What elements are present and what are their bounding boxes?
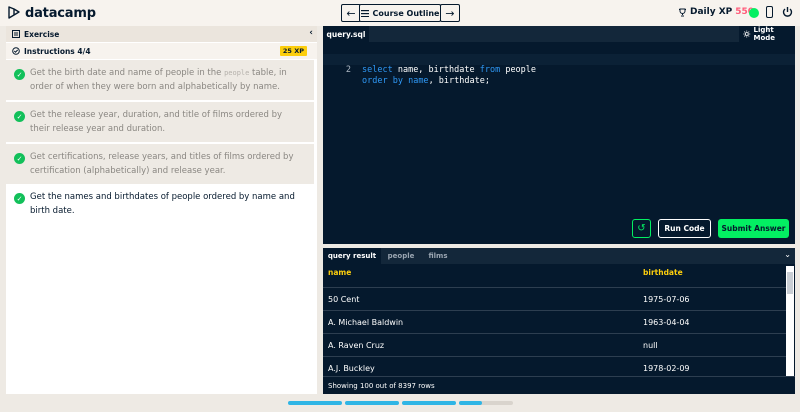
tab-query-sql[interactable]: query.sql bbox=[323, 26, 369, 42]
sql-keyword: from bbox=[479, 65, 501, 75]
chevron-down-icon[interactable]: ⌄ bbox=[784, 250, 791, 259]
arrow-left-icon: ← bbox=[346, 6, 356, 20]
cell-name: A. Raven Cruz bbox=[328, 341, 385, 350]
instruction-task-1[interactable]: ✓ Get the birth date and name of people … bbox=[6, 60, 314, 100]
arrow-right-icon: → bbox=[445, 6, 455, 20]
datacamp-logo-icon bbox=[8, 6, 20, 19]
submit-answer-button[interactable]: Submit Answer bbox=[718, 219, 789, 238]
previous-exercise-button[interactable]: ← bbox=[341, 4, 361, 22]
check-icon: ✓ bbox=[14, 69, 25, 80]
instruction-task-2[interactable]: ✓ Get the release year, duration, and ti… bbox=[6, 102, 314, 142]
trophy-icon bbox=[679, 8, 686, 16]
xp-badge: 25 XP bbox=[279, 46, 307, 56]
cell-name: A.J. Buckley bbox=[328, 364, 375, 373]
code-line-1: 1 select name, birthdate from people bbox=[323, 43, 795, 75]
sql-text: people bbox=[500, 65, 537, 75]
brand-name: datacamp bbox=[25, 5, 96, 21]
task-text: Get the birth date and name of people in… bbox=[30, 68, 225, 78]
instructions-header[interactable]: Instructions 4/4 25 XP bbox=[6, 43, 317, 59]
results-scrollbar[interactable] bbox=[786, 266, 794, 376]
table-row: A. Michael Baldwin 1963-04-04 bbox=[323, 310, 789, 333]
course-outline-button[interactable]: Course Outline bbox=[359, 4, 441, 22]
check-circle-icon bbox=[12, 47, 20, 55]
check-icon: ✓ bbox=[14, 193, 25, 204]
table-row: A. Raven Cruz null bbox=[323, 333, 789, 356]
instruction-task-3[interactable]: ✓ Get certifications, release years, and… bbox=[6, 144, 314, 184]
scrollbar-thumb[interactable] bbox=[787, 272, 793, 294]
mobile-icon[interactable] bbox=[766, 6, 773, 18]
task-text: Get the names and birthdates of people o… bbox=[30, 192, 295, 216]
document-icon bbox=[12, 30, 20, 38]
table-row: 50 Cent 1975-07-06 bbox=[323, 287, 789, 310]
cell-name: A. Michael Baldwin bbox=[328, 318, 404, 327]
progress-segment-1 bbox=[288, 401, 342, 405]
task-text: Get the release year, duration, and titl… bbox=[30, 110, 283, 134]
progress-segment-4-fill bbox=[459, 401, 482, 405]
cell-birthdate: 1975-07-06 bbox=[643, 295, 690, 304]
light-mode-label: Light Mode bbox=[753, 26, 776, 42]
collapse-panel-icon[interactable]: ‹ bbox=[309, 28, 313, 38]
sql-text: name, birthdate bbox=[392, 65, 480, 75]
results-tabs: query result people films ⌄ bbox=[323, 248, 795, 264]
row-count-footer: Showing 100 out of 8397 rows bbox=[323, 376, 795, 394]
daily-xp-label: Daily XP bbox=[690, 7, 733, 17]
sql-text: , birthdate; bbox=[428, 76, 490, 86]
course-outline-label: Course Outline bbox=[372, 8, 440, 18]
editor-tabs: query.sql Light Mode bbox=[323, 26, 795, 42]
cell-birthdate: 1963-04-04 bbox=[643, 318, 690, 327]
run-code-button[interactable]: Run Code bbox=[658, 219, 711, 238]
exercise-label: Exercise bbox=[24, 29, 60, 39]
sql-keyword: name bbox=[408, 76, 429, 86]
tab-query-result[interactable]: query result bbox=[323, 248, 381, 264]
progress-segment-3 bbox=[402, 401, 456, 405]
sql-keyword: order by bbox=[362, 76, 403, 86]
menu-icon bbox=[360, 9, 369, 17]
inline-code: people bbox=[224, 69, 250, 77]
cell-birthdate: 1978-02-09 bbox=[643, 364, 690, 373]
cell-name: 50 Cent bbox=[328, 295, 360, 304]
line-number: 2 bbox=[345, 65, 351, 75]
tab-films[interactable]: films bbox=[421, 248, 455, 264]
query-results-panel: query result people films ⌄ name birthda… bbox=[323, 248, 795, 394]
sun-icon bbox=[743, 30, 751, 38]
progress-segment-2 bbox=[345, 401, 399, 405]
power-icon[interactable] bbox=[782, 6, 793, 18]
tab-people[interactable]: people bbox=[383, 248, 419, 264]
exercise-section-header[interactable]: Exercise ‹ bbox=[6, 26, 317, 42]
instructions-panel: Exercise ‹ Instructions 4/4 25 XP ✓ Get … bbox=[6, 26, 317, 394]
code-line-2: 2 order by name, birthdate; bbox=[323, 54, 795, 86]
column-header-name[interactable]: name bbox=[328, 268, 351, 277]
task-text: Get certifications, release years, and t… bbox=[30, 152, 294, 176]
datacamp-logo[interactable]: datacamp bbox=[7, 5, 96, 21]
check-icon: ✓ bbox=[14, 111, 25, 122]
status-indicator bbox=[749, 8, 759, 18]
light-mode-toggle[interactable]: Light Mode bbox=[739, 26, 795, 42]
code-area[interactable]: 1 select name, birthdate from people 2 o… bbox=[323, 42, 795, 86]
daily-xp[interactable]: Daily XP 550 bbox=[678, 7, 754, 17]
top-bar: datacamp ← Course Outline → Daily XP 550 bbox=[0, 0, 800, 26]
code-editor: query.sql Light Mode 1 select name, birt… bbox=[323, 26, 795, 244]
column-header-birthdate[interactable]: birthdate bbox=[643, 268, 683, 277]
sql-keyword: select bbox=[362, 65, 393, 75]
reset-code-button[interactable]: ↺ bbox=[632, 219, 651, 238]
undo-icon: ↺ bbox=[637, 223, 646, 234]
instructions-label: Instructions 4/4 bbox=[24, 46, 91, 56]
next-exercise-button[interactable]: → bbox=[440, 4, 460, 22]
cell-birthdate: null bbox=[643, 341, 658, 350]
instruction-task-4[interactable]: ✓ Get the names and birthdates of people… bbox=[6, 186, 314, 226]
check-icon: ✓ bbox=[14, 153, 25, 164]
